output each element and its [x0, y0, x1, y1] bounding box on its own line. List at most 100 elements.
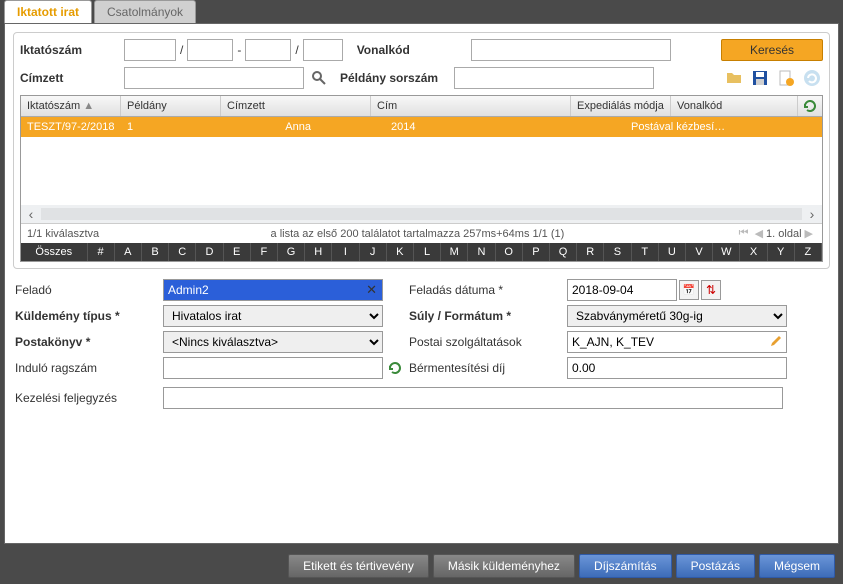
- felado-input[interactable]: [163, 279, 383, 301]
- peldany-sorszam-input[interactable]: [454, 67, 654, 89]
- kezelesi-label: Kezelési feljegyzés: [15, 391, 155, 405]
- alpha-P[interactable]: P: [523, 243, 550, 261]
- alpha-I[interactable]: I: [332, 243, 359, 261]
- sep-slash: /: [180, 43, 183, 57]
- th-iktatoszam[interactable]: Iktatószám ▲: [21, 96, 121, 116]
- alpha-C[interactable]: C: [169, 243, 196, 261]
- postai-szolg-label: Postai szolgáltatások: [409, 335, 559, 349]
- alpha-all[interactable]: Összes: [21, 243, 88, 261]
- alpha-B[interactable]: B: [142, 243, 169, 261]
- clear-icon[interactable]: ✕: [366, 282, 377, 298]
- cimzett-input[interactable]: [124, 67, 304, 89]
- results-table: Iktatószám ▲ Példány Címzett Cím Expediá…: [20, 95, 823, 262]
- kuldemeny-tipus-select[interactable]: Hivatalos irat: [163, 305, 383, 327]
- scroll-track[interactable]: [41, 208, 802, 220]
- cell-iktatoszam: TESZT/97-2/2018: [21, 117, 121, 137]
- status-info: a lista az első 200 találatot tartalmazz…: [99, 228, 736, 240]
- page-prev-icon[interactable]: ◀: [755, 227, 763, 240]
- alpha-Y[interactable]: Y: [768, 243, 795, 261]
- alpha-H[interactable]: H: [305, 243, 332, 261]
- search-button[interactable]: Keresés: [721, 39, 823, 61]
- alpha-R[interactable]: R: [577, 243, 604, 261]
- calendar-icon[interactable]: 📅: [679, 280, 699, 300]
- postazas-button[interactable]: Postázás: [676, 554, 755, 578]
- tab-csatolmanyok[interactable]: Csatolmányok: [94, 0, 196, 23]
- iktatoszam-part1[interactable]: [124, 39, 176, 61]
- sep-slash2: /: [295, 43, 298, 57]
- edit-pencil-icon[interactable]: [769, 334, 783, 348]
- th-peldany[interactable]: Példány: [121, 96, 221, 116]
- dijszamitas-button[interactable]: Díjszámítás: [579, 554, 672, 578]
- alpha-W[interactable]: W: [713, 243, 740, 261]
- megsem-button[interactable]: Mégsem: [759, 554, 835, 578]
- cell-expedialas: Postával kézbesí…: [571, 117, 771, 137]
- th-expedialas[interactable]: Expediálás módja: [571, 96, 671, 116]
- alpha-E[interactable]: E: [224, 243, 251, 261]
- bermentesitesi-label: Bérmentesítési díj: [409, 361, 559, 375]
- alpha-filter: Összes#ABCDEFGHIJKLMNOPQRSTUVWXYZ: [21, 243, 822, 261]
- postakonyv-select[interactable]: <Nincs kiválasztva>: [163, 331, 383, 353]
- vonalkod-input[interactable]: [471, 39, 671, 61]
- tab-iktatott-irat[interactable]: Iktatott irat: [4, 0, 92, 23]
- suly-select[interactable]: Szabványméretű 30g-ig: [567, 305, 787, 327]
- bermentesitesi-input[interactable]: [567, 357, 787, 379]
- postai-szolg-input[interactable]: [567, 331, 787, 353]
- cimzett-lookup-icon[interactable]: [308, 67, 330, 89]
- folder-icon[interactable]: [723, 67, 745, 89]
- alpha-F[interactable]: F: [251, 243, 278, 261]
- iktatoszam-part2[interactable]: [187, 39, 233, 61]
- column-config-icon[interactable]: [798, 96, 822, 116]
- alpha-X[interactable]: X: [740, 243, 767, 261]
- alpha-T[interactable]: T: [632, 243, 659, 261]
- alpha-#[interactable]: #: [88, 243, 115, 261]
- alpha-M[interactable]: M: [441, 243, 468, 261]
- alpha-A[interactable]: A: [115, 243, 142, 261]
- alpha-Q[interactable]: Q: [550, 243, 577, 261]
- alpha-K[interactable]: K: [387, 243, 414, 261]
- etikett-button[interactable]: Etikett és tértivevény: [288, 554, 429, 578]
- alpha-Z[interactable]: Z: [795, 243, 822, 261]
- th-cimzett[interactable]: Címzett: [221, 96, 371, 116]
- felado-label: Feladó: [15, 283, 155, 297]
- feladas-datuma-input[interactable]: [567, 279, 677, 301]
- alpha-U[interactable]: U: [659, 243, 686, 261]
- iktatoszam-part4[interactable]: [303, 39, 343, 61]
- status-selected: 1/1 kiválasztva: [27, 228, 99, 240]
- vonalkod-label: Vonalkód: [357, 43, 467, 57]
- page-next-icon[interactable]: ▶: [805, 227, 813, 240]
- kezelesi-input[interactable]: [163, 387, 783, 409]
- masik-kuldemenyhez-button[interactable]: Másik küldeményhez: [433, 554, 575, 578]
- feladas-datuma-label: Feladás dátuma *: [409, 283, 559, 297]
- page-first-icon[interactable]: ⏮: [739, 227, 749, 240]
- suly-label: Súly / Formátum *: [409, 309, 559, 323]
- th-cim[interactable]: Cím: [371, 96, 571, 116]
- alpha-O[interactable]: O: [496, 243, 523, 261]
- scroll-left-icon[interactable]: ‹: [21, 206, 41, 222]
- alpha-G[interactable]: G: [278, 243, 305, 261]
- alpha-J[interactable]: J: [360, 243, 387, 261]
- cimzett-label: Címzett: [20, 71, 120, 85]
- alpha-L[interactable]: L: [414, 243, 441, 261]
- th-vonalkod[interactable]: Vonalkód: [671, 96, 798, 116]
- table-row[interactable]: TESZT/97-2/2018 1 Anna 2014 Postával kéz…: [21, 117, 822, 137]
- peldany-sorszam-label: Példány sorszám: [340, 71, 450, 85]
- page-indicator: 1. oldal: [766, 228, 801, 240]
- refresh-circle-icon[interactable]: [801, 67, 823, 89]
- date-spin-icon[interactable]: ⇅: [701, 280, 721, 300]
- alpha-V[interactable]: V: [686, 243, 713, 261]
- cell-cimzett: Anna: [221, 117, 371, 137]
- alpha-N[interactable]: N: [468, 243, 495, 261]
- alpha-S[interactable]: S: [604, 243, 631, 261]
- ragszam-refresh-icon[interactable]: [387, 360, 403, 376]
- iktatoszam-label: Iktatószám: [20, 43, 120, 57]
- sep-dash: -: [237, 43, 241, 57]
- new-doc-icon[interactable]: [775, 67, 797, 89]
- sort-asc-icon: ▲: [83, 100, 94, 112]
- cell-cim: 2014: [371, 117, 571, 137]
- alpha-D[interactable]: D: [196, 243, 223, 261]
- kuldemeny-tipus-label: Küldemény típus *: [15, 309, 155, 323]
- iktatoszam-part3[interactable]: [245, 39, 291, 61]
- scroll-right-icon[interactable]: ›: [802, 206, 822, 222]
- save-icon[interactable]: [749, 67, 771, 89]
- indulo-ragszam-input[interactable]: [163, 357, 383, 379]
